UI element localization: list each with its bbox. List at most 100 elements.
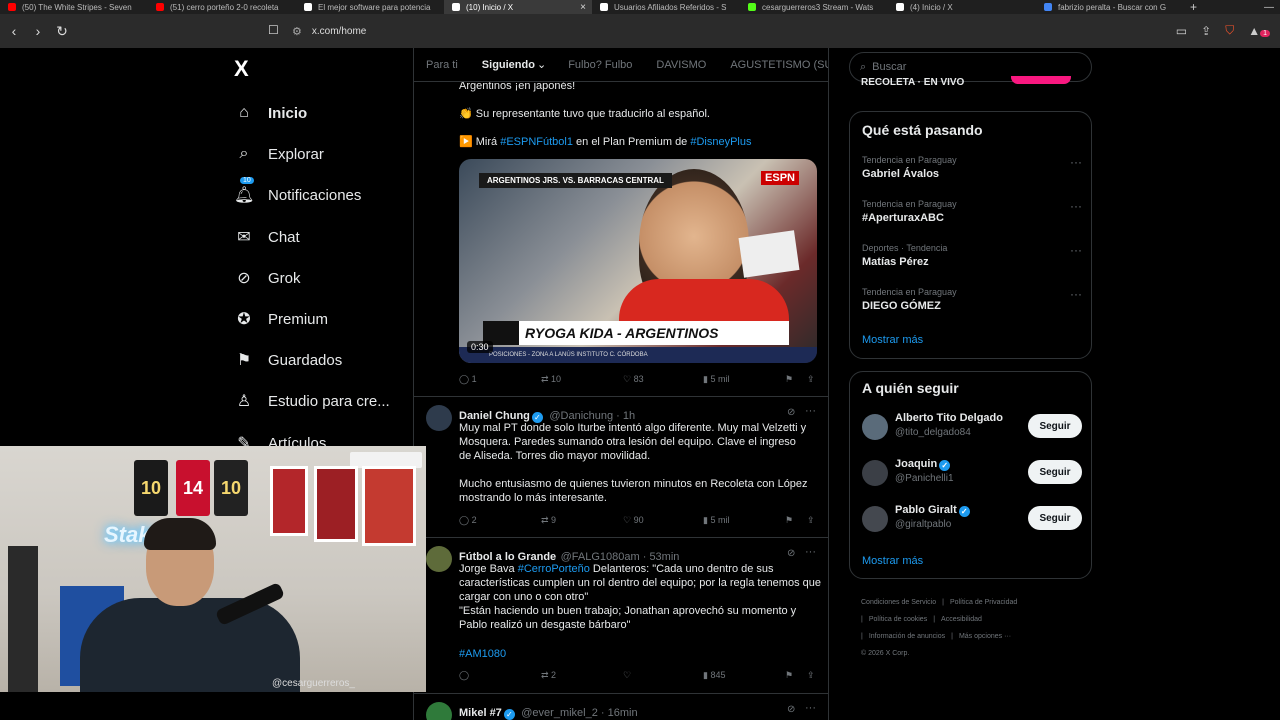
footer-link[interactable]: Accesibilidad [941, 616, 982, 623]
hashtag-link[interactable]: #CerroPorteño [518, 563, 590, 575]
footer-link[interactable]: Política de cookies [869, 616, 927, 623]
more-options-icon[interactable]: ··· [1070, 199, 1082, 213]
browser-tab[interactable]: fabrizio peralta - Buscar con G [1036, 0, 1184, 14]
author-name[interactable]: Mikel #7 [459, 707, 502, 719]
avatar[interactable] [862, 460, 888, 486]
browser-tab[interactable]: (10) Inicio / X × [444, 0, 592, 14]
bookmark-page-icon[interactable]: ☐ [268, 23, 279, 37]
tweet[interactable]: Mikel #7 ✓ @ever_mikel_2 · 16min ⊘ ··· [414, 694, 828, 720]
browser-tab[interactable]: (51) cerro porteño 2-0 recoleta [148, 0, 296, 14]
show-more-link[interactable]: Mostrar más [862, 334, 923, 346]
nav-item-guardados[interactable]: ⚑ Guardados [234, 345, 342, 375]
feed-tab[interactable]: Siguiendo [470, 59, 547, 71]
browser-tab[interactable]: (4) Inicio / X [888, 0, 1036, 14]
trend-item[interactable]: Tendencia en Paraguay DIEGO GÓMEZ ··· [862, 287, 1082, 312]
footer-link[interactable]: Más opciones ··· [959, 633, 1011, 640]
nav-item-estudio-para-cre[interactable]: ♙ Estudio para cre... [234, 386, 390, 416]
tweet[interactable]: Fútbol a lo Grande @FALG1080am · 53min ⊘… [414, 538, 828, 693]
footer-link[interactable]: Condiciones de Servicio [861, 599, 936, 606]
browser-tab[interactable]: (50) The White Stripes - Seven [0, 0, 148, 14]
share-icon[interactable]: ⇪ [807, 670, 815, 681]
trend-item[interactable]: Deportes · Tendencia Matías Pérez ··· [862, 243, 1082, 268]
reply-button[interactable]: ◯ 2 [459, 515, 477, 526]
browser-tab[interactable]: El mejor software para potencia [296, 0, 444, 14]
grok-icon[interactable]: ⊘ [787, 407, 795, 418]
feed-tab[interactable]: Para ti [414, 59, 470, 71]
x-logo-icon[interactable]: X [234, 56, 249, 82]
brave-shield-icon[interactable]: ⛉ [1225, 23, 1234, 38]
trend-item[interactable]: Tendencia en Paraguay #AperturaxABC ··· [862, 199, 1082, 224]
share-icon[interactable]: ⇪ [807, 374, 815, 385]
tweet[interactable]: Argentinos ¡en japonés! 👏 Su representan… [414, 48, 828, 398]
address-bar[interactable]: ⚙ x.com/home [292, 19, 932, 43]
views-button[interactable]: ▮ 5 mil [703, 515, 729, 526]
trend-item[interactable]: Tendencia en Paraguay Gabriel Ávalos ··· [862, 155, 1082, 180]
browser-tab[interactable]: Usuarios Afiliados Referidos - S [592, 0, 740, 14]
like-button[interactable]: ♡ [623, 670, 631, 681]
bookmark-icon[interactable]: ⚑ [785, 670, 793, 681]
follow-button[interactable]: Seguir [1028, 414, 1082, 438]
avatar[interactable] [426, 546, 452, 572]
footer-link[interactable]: © 2026 X Corp. [861, 650, 909, 657]
suggestion-name[interactable]: Joaquin ✓ [895, 458, 952, 471]
more-options-icon[interactable]: ··· [805, 546, 816, 558]
avatar[interactable] [862, 506, 888, 532]
nav-item-grok[interactable]: ⊘ Grok [234, 263, 300, 293]
tweet[interactable]: Daniel Chung ✓ @Danichung · 1h ⊘ ··· Muy … [414, 397, 828, 537]
avatar[interactable] [862, 414, 888, 440]
avatar[interactable] [426, 405, 452, 431]
more-options-icon[interactable]: ··· [1070, 287, 1082, 301]
new-tab-icon[interactable]: + [1190, 0, 1197, 14]
site-info-icon[interactable]: ⚙ [292, 25, 302, 38]
share-icon[interactable]: ⇪ [1201, 24, 1211, 38]
footer-link[interactable]: Información de anuncios [869, 633, 945, 640]
more-options-icon[interactable]: ··· [1070, 155, 1082, 169]
reply-button[interactable]: ◯ 1 [459, 374, 477, 385]
follow-suggestion[interactable]: Joaquin ✓ @Panichelli1 Seguir [862, 458, 1082, 488]
hashtag-link[interactable]: #AM1080 [459, 647, 506, 661]
search-input[interactable]: Buscar [872, 61, 906, 73]
nav-item-chat[interactable]: ✉ Chat [234, 222, 299, 252]
reload-icon[interactable]: ↻ [52, 23, 72, 40]
views-button[interactable]: ▮ 5 mil [703, 374, 729, 385]
close-tab-icon[interactable]: × [580, 2, 586, 13]
avatar[interactable] [426, 702, 452, 720]
nav-item-inicio[interactable]: ⌂ Inicio [234, 98, 307, 128]
cast-icon[interactable]: ▭ [1176, 24, 1187, 38]
follow-suggestion[interactable]: Alberto Tito Delgado @tito_delgado84 Segui… [862, 412, 1082, 442]
suggestion-name[interactable]: Pablo Giralt ✓ [895, 504, 972, 517]
follow-suggestion[interactable]: Pablo Giralt ✓ @giraltpablo Seguir [862, 504, 1082, 534]
rewards-icon[interactable]: ▲ 1 [1248, 24, 1270, 38]
live-strip[interactable]: RECOLETA · EN VIVO [861, 76, 1081, 90]
url-text[interactable]: x.com/home [312, 26, 366, 37]
nav-item-explorar[interactable]: ⌕ Explorar [234, 139, 324, 169]
bookmark-icon[interactable]: ⚑ [785, 515, 793, 526]
repost-button[interactable]: ⇄ 10 [541, 374, 561, 385]
chevron-down-icon[interactable]: ⌄ [537, 58, 546, 71]
repost-button[interactable]: ⇄ 9 [541, 515, 556, 526]
follow-button[interactable]: Seguir [1028, 506, 1082, 530]
more-options-icon[interactable]: ··· [805, 702, 816, 714]
author-handle[interactable]: @ever_mikel_2 · 16min [521, 707, 637, 719]
bookmark-icon[interactable]: ⚑ [785, 374, 793, 385]
hashtag-link[interactable]: #ESPNFútbol1 [500, 136, 573, 148]
like-button[interactable]: ♡ 83 [623, 374, 644, 385]
suggestion-name[interactable]: Alberto Tito Delgado [895, 412, 1003, 424]
feed-tab[interactable]: AGUSTETISMO (SU LID [718, 59, 828, 71]
footer-link[interactable]: Política de Privacidad [950, 599, 1017, 606]
hashtag-link[interactable]: #DisneyPlus [690, 136, 751, 148]
more-options-icon[interactable]: ··· [1070, 243, 1082, 257]
grok-icon[interactable]: ⊘ [787, 548, 795, 559]
video-player[interactable]: ARGENTINOS JRS. VS. BARRACAS CENTRAL ESP… [459, 159, 817, 363]
forward-icon[interactable]: › [28, 23, 48, 39]
like-button[interactable]: ♡ 90 [623, 515, 644, 526]
live-pill[interactable] [1011, 76, 1071, 84]
nav-item-premium[interactable]: ✪ Premium [234, 304, 328, 334]
reply-button[interactable]: ◯ [459, 670, 469, 681]
feed-tab[interactable]: DAVISMO [644, 59, 718, 71]
grok-icon[interactable]: ⊘ [787, 704, 795, 715]
repost-button[interactable]: ⇄ 2 [541, 670, 556, 681]
views-button[interactable]: ▮ 845 [703, 670, 725, 681]
back-icon[interactable]: ‹ [4, 23, 24, 39]
more-options-icon[interactable]: ··· [805, 405, 816, 417]
